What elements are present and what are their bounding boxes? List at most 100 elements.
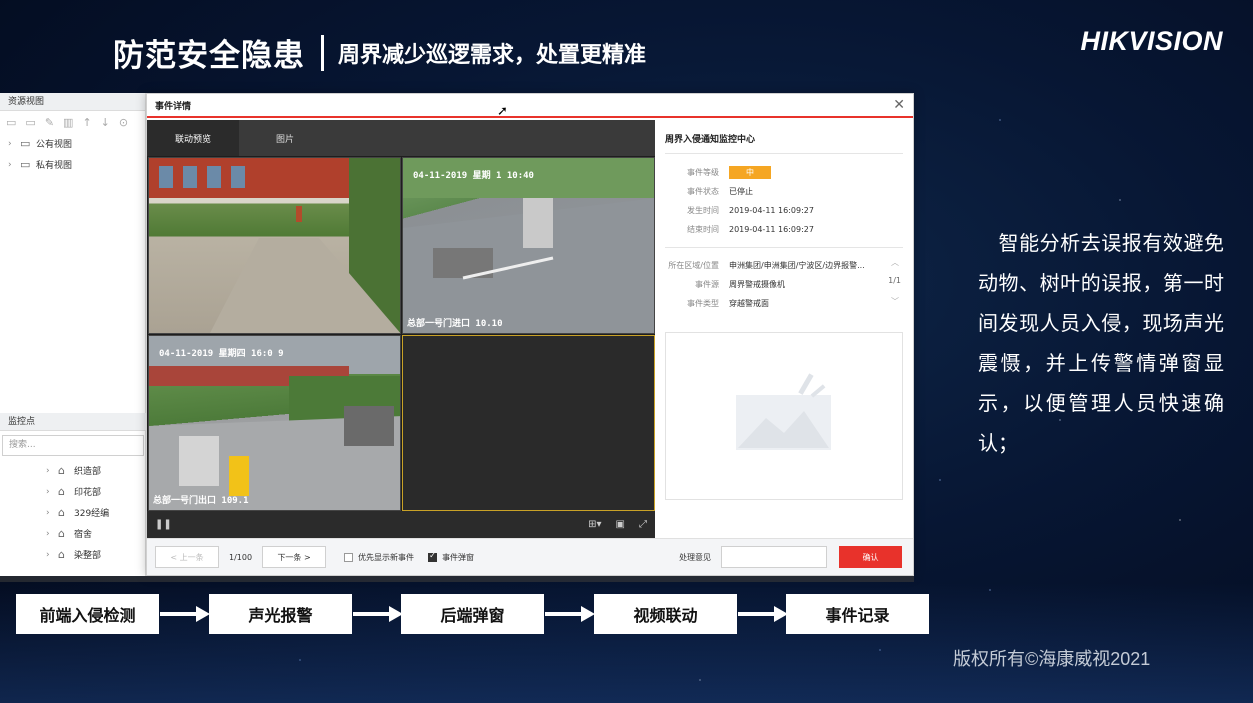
info-row-level: 事件等级 中 bbox=[665, 163, 903, 182]
close-icon[interactable]: ✕ bbox=[893, 97, 905, 113]
title-main: 防范安全隐患 bbox=[113, 38, 305, 74]
move-down-icon[interactable]: ↓ bbox=[101, 116, 110, 129]
info-label: 发生时间 bbox=[687, 206, 719, 215]
chevron-right-icon: › bbox=[46, 528, 50, 539]
event-popup-label: 事件弹窗 bbox=[442, 552, 475, 562]
video-controls: ❚❚ ⊞▾ ▣ ⤢ bbox=[147, 511, 655, 538]
video-area: 联动预览 图片 04-11-2019 星期 1 10:40 总部一号门进口 10… bbox=[147, 120, 655, 538]
arrow-right-icon bbox=[160, 606, 210, 622]
event-detail-dialog: 事件详情 ✕ 联动预览 图片 04-11-2019 星期 1 10:40 总部一… bbox=[146, 93, 914, 576]
home-icon: ⌂ bbox=[58, 548, 65, 561]
move-up-icon[interactable]: ↑ bbox=[82, 116, 91, 129]
home-icon: ⌂ bbox=[58, 527, 65, 540]
dialog-title: 事件详情 bbox=[155, 101, 192, 112]
chevron-right-icon: › bbox=[8, 159, 12, 170]
resource-toolbar: ▭ ▭ ✎ ▥ ↑ ↓ ⊙ bbox=[0, 111, 145, 133]
monitor-header: 监控点 bbox=[0, 413, 146, 431]
flow-step-detect: 前端入侵检测 bbox=[16, 594, 159, 634]
title-subtitle: 周界减少巡逻需求，处置更精准 bbox=[338, 42, 647, 68]
dialog-titlebar: 事件详情 ✕ bbox=[147, 94, 913, 118]
info-label: 事件类型 bbox=[687, 299, 719, 308]
source-pager: 1/1 bbox=[888, 276, 901, 285]
info-row-area: 所在区域/位置 申洲集团/申洲集团/宁波区/边界报警... bbox=[665, 256, 903, 275]
flow-step-popup: 后端弹窗 bbox=[401, 594, 544, 634]
tab-pictures[interactable]: 图片 bbox=[239, 120, 331, 156]
add-view-icon[interactable]: ▭ bbox=[25, 116, 35, 129]
chevron-right-icon: › bbox=[46, 507, 50, 518]
more-icon[interactable]: ⊙ bbox=[119, 116, 128, 129]
image-placeholder-icon bbox=[736, 373, 831, 450]
info-row-end-time: 结束时间 2019-04-11 16:09:27 bbox=[665, 220, 903, 239]
event-popup-checkbox[interactable] bbox=[428, 551, 438, 562]
info-value: 周界警戒摄像机 bbox=[729, 280, 785, 289]
camera-view-4-empty[interactable] bbox=[402, 335, 655, 511]
monitor-item[interactable]: › ⌂ 329经编 bbox=[0, 502, 146, 523]
monitor-item-label: 织造部 bbox=[74, 467, 102, 477]
arrow-right-icon bbox=[353, 606, 403, 622]
monitor-item[interactable]: › ⌂ 染整部 bbox=[0, 544, 146, 565]
prefer-new-option[interactable]: 优先显示新事件 bbox=[344, 552, 414, 563]
monitor-item[interactable]: › ⌂ 印花部 bbox=[0, 481, 146, 502]
snapshot-placeholder bbox=[665, 332, 903, 500]
folder-icon: ▭ bbox=[20, 158, 31, 171]
osd-timestamp: 04-11-2019 星期四 16:0 9 bbox=[159, 349, 284, 359]
event-popup-option[interactable]: 事件弹窗 bbox=[428, 551, 475, 563]
layout-icon[interactable]: ⊞▾ bbox=[588, 519, 601, 530]
prev-button[interactable]: < 上一条 bbox=[155, 546, 219, 568]
monitor-item-label: 染整部 bbox=[74, 551, 102, 561]
camera-scene-1 bbox=[149, 158, 400, 333]
screenshot-icon[interactable]: ▣ bbox=[616, 519, 625, 530]
tree-item-private-view[interactable]: › ▭ 私有视图 bbox=[0, 154, 145, 175]
event-counter: 1/100 bbox=[229, 552, 253, 562]
info-label: 事件源 bbox=[695, 280, 719, 289]
prefer-new-checkbox[interactable] bbox=[344, 552, 354, 562]
camera-scene-2 bbox=[403, 158, 654, 333]
osd-timestamp: 04-11-2019 星期 1 10:40 bbox=[413, 171, 534, 181]
fullscreen-icon[interactable]: ⤢ bbox=[639, 519, 647, 530]
info-label: 事件等级 bbox=[687, 168, 719, 177]
camera-view-3[interactable]: 04-11-2019 星期四 16:0 9 总部一号门出口 109.1 bbox=[148, 335, 401, 511]
search-input[interactable]: 搜索... bbox=[2, 435, 144, 456]
info-value: 2019-04-11 16:09:27 bbox=[729, 206, 814, 215]
tree-item-label: 私有视图 bbox=[36, 161, 73, 171]
chevron-right-icon: › bbox=[8, 138, 12, 149]
next-button[interactable]: 下一条 > bbox=[262, 546, 327, 568]
process-flow: 前端入侵检测 声光报警 后端弹窗 视频联动 事件记录 bbox=[16, 594, 930, 634]
tree-item-label: 公有视图 bbox=[36, 140, 73, 150]
info-row-type: 事件类型 穿越警戒面 bbox=[665, 294, 903, 313]
prefer-new-label: 优先显示新事件 bbox=[358, 552, 415, 562]
chevron-up-icon[interactable]: ︿ bbox=[891, 257, 899, 268]
flow-step-video: 视频联动 bbox=[594, 594, 737, 634]
tab-linked-preview[interactable]: 联动预览 bbox=[147, 120, 239, 156]
info-row-source: 事件源 周界警戒摄像机 bbox=[665, 275, 903, 294]
add-folder-icon[interactable]: ▭ bbox=[6, 116, 16, 129]
arrow-right-icon bbox=[738, 606, 788, 622]
tree-item-public-view[interactable]: › ▭ 公有视图 bbox=[0, 133, 145, 154]
delete-icon[interactable]: ▥ bbox=[63, 116, 73, 129]
comment-input[interactable] bbox=[721, 546, 828, 568]
monitor-item[interactable]: › ⌂ 织造部 bbox=[0, 460, 146, 481]
home-icon: ⌂ bbox=[58, 506, 65, 519]
info-value: 申洲集团/申洲集团/宁波区/边界报警... bbox=[729, 261, 865, 270]
arrow-right-icon bbox=[545, 606, 595, 622]
folder-icon: ▭ bbox=[20, 137, 31, 150]
window-edge bbox=[0, 576, 914, 582]
camera-view-1[interactable] bbox=[148, 157, 401, 334]
video-grid: 04-11-2019 星期 1 10:40 总部一号门进口 10.10 04-1… bbox=[148, 157, 655, 511]
edit-icon[interactable]: ✎ bbox=[45, 116, 54, 129]
video-tabs: 联动预览 图片 bbox=[147, 120, 655, 156]
copyright: 版权所有©海康威视2021 bbox=[953, 649, 1151, 669]
info-row-status: 事件状态 已停止 bbox=[665, 182, 903, 201]
pause-icon[interactable]: ❚❚ bbox=[155, 519, 172, 530]
monitor-item-label: 印花部 bbox=[74, 488, 102, 498]
chevron-right-icon: › bbox=[46, 486, 50, 497]
comment-label: 处理意见 bbox=[679, 552, 712, 562]
confirm-button[interactable]: 确认 bbox=[839, 546, 903, 568]
camera-view-2[interactable]: 04-11-2019 星期 1 10:40 总部一号门进口 10.10 bbox=[402, 157, 655, 334]
monitor-item[interactable]: › ⌂ 宿舍 bbox=[0, 523, 146, 544]
event-info-title: 周界入侵通知监控中心 bbox=[665, 120, 903, 154]
info-value: 已停止 bbox=[729, 187, 753, 196]
resource-view-header: 资源视图 bbox=[0, 93, 145, 111]
osd-location: 总部一号门出口 109.1 bbox=[153, 496, 249, 506]
chevron-down-icon[interactable]: ﹀ bbox=[891, 296, 899, 307]
